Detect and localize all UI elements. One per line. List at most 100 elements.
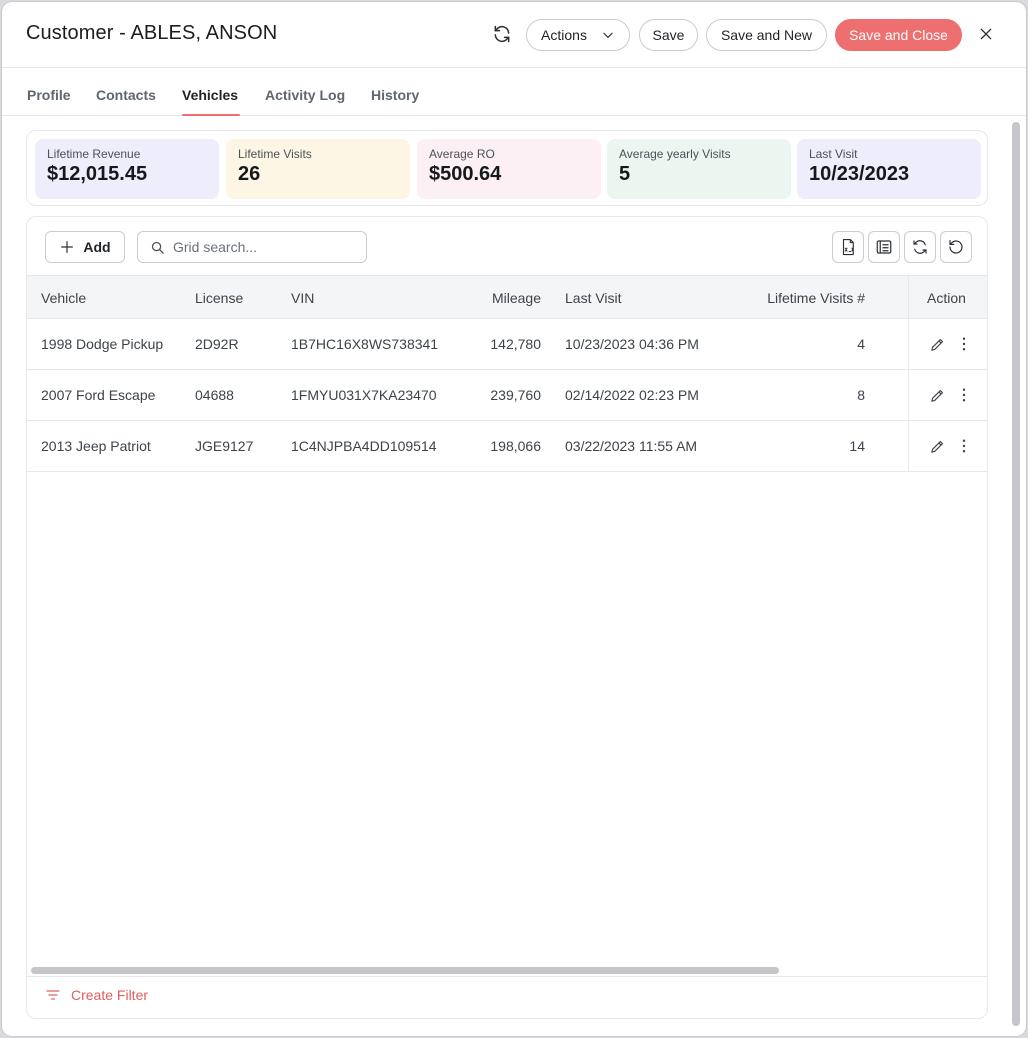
horizontal-scrollbar[interactable]: [27, 963, 987, 977]
stat-label: Last Visit: [809, 147, 858, 161]
columns-button[interactable]: [868, 231, 900, 263]
undo-icon: [949, 240, 963, 254]
more-vertical-icon: [962, 388, 966, 402]
actions-label: Actions: [541, 27, 587, 43]
horizontal-scrollbar-thumb[interactable]: [31, 967, 779, 974]
stat-lifetime-visits: Lifetime Visits 26: [226, 139, 410, 199]
active-tab-indicator: [182, 114, 240, 116]
filter-icon: [46, 990, 60, 1000]
cell-vehicle: 2013 Jeep Patriot: [41, 438, 151, 454]
cell-lifetime-visits: 4: [857, 336, 865, 352]
modal-header: Customer - ABLES, ANSON Actions Save Sav…: [2, 2, 1026, 68]
tab-vehicles[interactable]: Vehicles: [182, 87, 238, 103]
chevron-down-icon: [603, 32, 613, 39]
column-header-lifetime-visits[interactable]: Lifetime Visits #: [727, 290, 865, 306]
more-options-button[interactable]: [954, 385, 974, 405]
export-xlsx-button[interactable]: [832, 231, 864, 263]
tab-contacts[interactable]: Contacts: [96, 87, 156, 103]
cell-lifetime-visits: 8: [857, 387, 865, 403]
create-filter-label: Create Filter: [71, 987, 149, 1003]
stat-value: $500.64: [429, 163, 502, 185]
stats-panel: Lifetime Revenue $12,015.45 Lifetime Vis…: [26, 130, 988, 206]
close-button[interactable]: [974, 22, 998, 46]
close-icon: [980, 28, 992, 40]
add-vehicle-button[interactable]: Add: [45, 231, 125, 263]
cell-license: JGE9127: [195, 438, 254, 454]
cell-vehicle: 2007 Ford Escape: [41, 387, 156, 403]
cell-mileage: 142,780: [490, 336, 541, 352]
reset-button[interactable]: [940, 231, 972, 263]
stat-lifetime-revenue: Lifetime Revenue $12,015.45: [35, 139, 219, 199]
add-label: Add: [83, 239, 111, 255]
save-button[interactable]: Save: [639, 19, 698, 51]
stat-label: Average RO: [429, 147, 495, 161]
cell-vin: 1C4NJPBA4DD109514: [291, 438, 437, 454]
cell-last-visit: 02/14/2022 02:23 PM: [565, 387, 699, 403]
search-icon: [151, 241, 164, 254]
stat-last-visit: Last Visit 10/23/2023: [797, 139, 981, 199]
save-and-new-button[interactable]: Save and New: [706, 19, 827, 51]
column-header-license[interactable]: License: [195, 290, 243, 306]
sync-button[interactable]: [904, 231, 936, 263]
stat-value: 5: [619, 163, 631, 185]
tab-bar: Profile Contacts Vehicles Activity Log H…: [2, 68, 1026, 116]
grid-search-input[interactable]: [173, 239, 353, 255]
refresh-button[interactable]: [490, 22, 514, 46]
vertical-scrollbar-thumb[interactable]: [1012, 122, 1020, 1026]
tab-history[interactable]: History: [371, 87, 419, 103]
page-title: Customer - ABLES, ANSON: [26, 22, 278, 44]
pencil-icon: [930, 338, 943, 351]
plus-icon: [61, 241, 74, 253]
edit-button[interactable]: [927, 385, 947, 405]
column-header-action: Action: [927, 290, 966, 306]
stat-label: Lifetime Revenue: [47, 147, 141, 161]
edit-button[interactable]: [927, 334, 947, 354]
xlsx-file-icon: [842, 238, 854, 256]
stat-label: Lifetime Visits: [238, 147, 312, 161]
tab-activity-log[interactable]: Activity Log: [265, 87, 345, 103]
cell-license: 2D92R: [195, 336, 239, 352]
stat-value: 26: [238, 163, 261, 185]
customer-modal: Customer - ABLES, ANSON Actions Save Sav…: [2, 2, 1026, 1036]
column-header-vin[interactable]: VIN: [291, 290, 314, 306]
sync-icon: [913, 240, 927, 254]
stat-value: $12,015.45: [47, 163, 148, 185]
pencil-icon: [930, 389, 943, 402]
vehicles-grid: Add Vehicle License VIN Mileage Last Vis…: [26, 216, 988, 1019]
more-vertical-icon: [962, 337, 966, 351]
more-options-button[interactable]: [954, 334, 974, 354]
create-filter-button[interactable]: Create Filter: [45, 987, 148, 1003]
column-header-last-visit[interactable]: Last Visit: [565, 290, 622, 306]
pencil-icon: [930, 440, 943, 453]
edit-button[interactable]: [927, 436, 947, 456]
tab-profile[interactable]: Profile: [27, 87, 71, 103]
column-header-mileage[interactable]: Mileage: [457, 290, 541, 306]
cell-license: 04688: [195, 387, 234, 403]
cell-lifetime-visits: 14: [849, 438, 865, 454]
column-header-vehicle[interactable]: Vehicle: [41, 290, 86, 306]
cell-mileage: 239,760: [490, 387, 541, 403]
table-row[interactable]: 2007 Ford Escape 04688 1FMYU031X7KA23470…: [27, 370, 987, 421]
stat-value: 10/23/2023: [809, 163, 910, 185]
stat-label: Average yearly Visits: [619, 147, 731, 161]
cell-last-visit: 10/23/2023 04:36 PM: [565, 336, 699, 352]
cell-vin: 1B7HC16X8WS738341: [291, 336, 439, 352]
save-and-close-button[interactable]: Save and Close: [835, 19, 962, 51]
stat-average-ro: Average RO $500.64: [417, 139, 601, 199]
cell-vin: 1FMYU031X7KA23470: [291, 387, 437, 403]
stat-average-yearly-visits: Average yearly Visits 5: [607, 139, 791, 199]
cell-vehicle: 1998 Dodge Pickup: [41, 336, 164, 352]
refresh-icon: [494, 25, 510, 43]
table-row[interactable]: 2013 Jeep Patriot JGE9127 1C4NJPBA4DD109…: [27, 421, 987, 472]
more-vertical-icon: [962, 439, 966, 453]
grid-search[interactable]: [137, 231, 367, 263]
columns-icon: [876, 240, 892, 254]
table-header: Vehicle License VIN Mileage Last Visit L…: [27, 275, 987, 319]
table-row[interactable]: 1998 Dodge Pickup 2D92R 1B7HC16X8WS73834…: [27, 319, 987, 370]
cell-last-visit: 03/22/2023 11:55 AM: [565, 438, 698, 454]
vertical-scrollbar[interactable]: [1012, 118, 1022, 1030]
action-column-divider: [908, 275, 909, 471]
cell-mileage: 198,066: [490, 438, 541, 454]
more-options-button[interactable]: [954, 436, 974, 456]
actions-dropdown[interactable]: Actions: [526, 19, 630, 51]
